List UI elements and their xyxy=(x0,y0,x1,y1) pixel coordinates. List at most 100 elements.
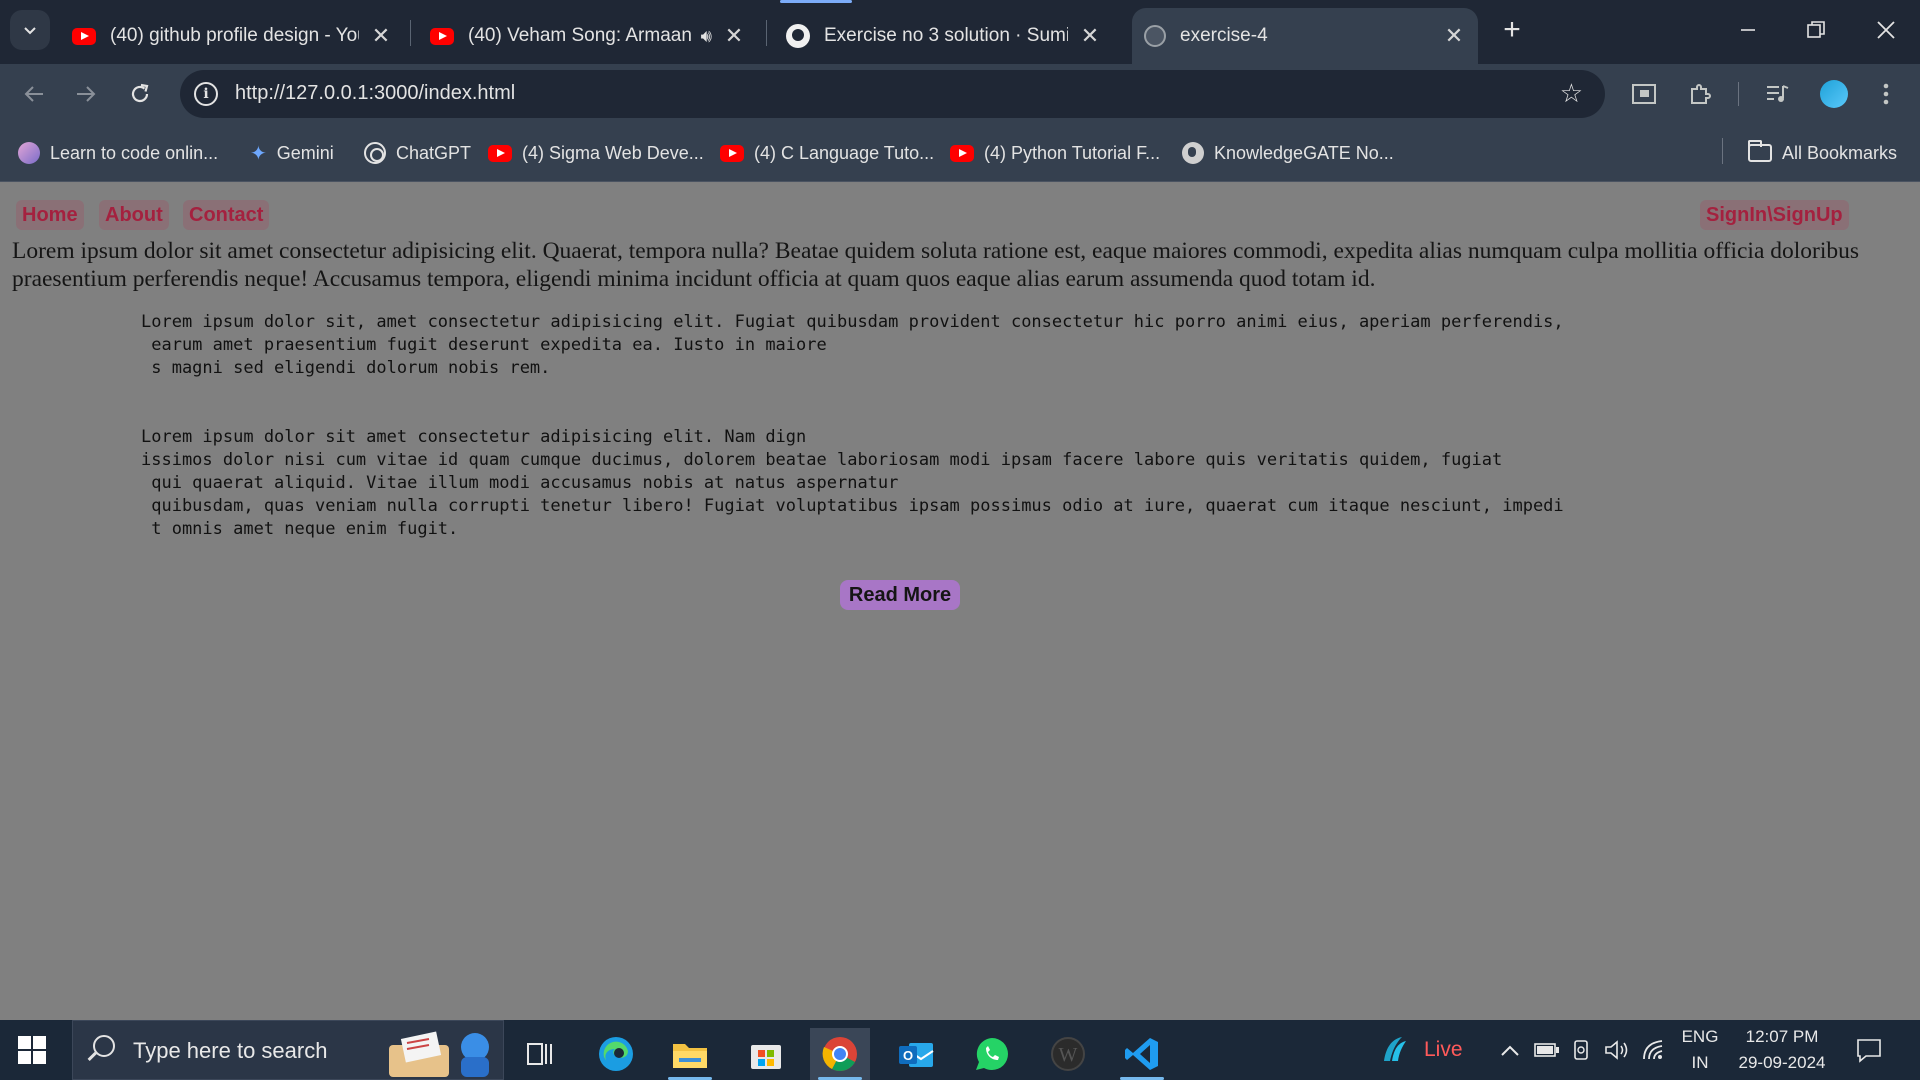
nav-contact-link[interactable]: Contact xyxy=(183,200,270,230)
volume-button[interactable] xyxy=(1604,1020,1630,1080)
bookmark-c-language[interactable]: (4) C Language Tuto... xyxy=(720,140,934,166)
windows-start-button[interactable] xyxy=(18,1036,46,1064)
nav-home-link[interactable]: Home xyxy=(16,200,84,230)
language-indicator[interactable]: ENG IN xyxy=(1680,1020,1720,1080)
close-icon[interactable]: ✕ xyxy=(1078,23,1102,49)
kebab-menu-icon[interactable] xyxy=(1870,78,1902,110)
pre-text-block-2: Lorem ipsum dolor sit amet consectetur a… xyxy=(141,427,1564,539)
youtube-icon xyxy=(720,144,744,162)
task-view-button[interactable] xyxy=(510,1028,570,1080)
taskbar-search-box[interactable]: Type here to search xyxy=(72,1020,504,1080)
volume-icon xyxy=(1605,1040,1628,1060)
bookmark-star-icon[interactable]: ☆ xyxy=(1560,78,1583,109)
minimize-button[interactable] xyxy=(1714,0,1782,60)
knowledgegate-icon xyxy=(1182,142,1204,164)
tab-separator xyxy=(410,20,411,46)
gemini-icon: ✦ xyxy=(250,142,267,165)
all-bookmarks-button[interactable]: All Bookmarks xyxy=(1748,140,1897,166)
live-widget[interactable]: Live xyxy=(1378,1020,1463,1080)
close-icon[interactable]: ✕ xyxy=(1442,23,1466,49)
edge-icon xyxy=(599,1037,633,1071)
tab-veham-song[interactable]: (40) Veham Song: Armaan M 🔊︎ ✕ xyxy=(418,8,758,64)
bookmark-knowledgegate[interactable]: KnowledgeGATE No... xyxy=(1182,140,1394,166)
task-view-icon xyxy=(527,1043,552,1065)
chrome-app-button[interactable] xyxy=(810,1028,870,1080)
bookmark-label: (4) C Language Tuto... xyxy=(754,142,935,163)
toolbar-separator xyxy=(1738,82,1739,106)
microsoft-store-app-button[interactable] xyxy=(736,1028,796,1080)
close-icon xyxy=(1877,21,1895,39)
nav-signin-link[interactable]: SignIn\SignUp xyxy=(1700,200,1849,230)
close-window-button[interactable] xyxy=(1852,0,1920,60)
show-hidden-icons-button[interactable] xyxy=(1500,1020,1520,1080)
tab-title: (40) github profile design - You xyxy=(110,25,359,46)
youtube-icon xyxy=(950,144,974,162)
tab-title: Exercise no 3 solution · Sumitve xyxy=(824,25,1068,46)
forward-button[interactable] xyxy=(66,74,106,114)
read-more-button[interactable]: Read More xyxy=(840,580,960,610)
battery-status[interactable] xyxy=(1534,1020,1560,1080)
tab-exercise-3-solution[interactable]: Exercise no 3 solution · Sumitve ✕ xyxy=(774,8,1114,64)
notification-center-button[interactable] xyxy=(1856,1020,1882,1080)
device-icon xyxy=(1574,1040,1588,1060)
bookmark-label: KnowledgeGATE No... xyxy=(1214,142,1394,163)
bookmark-python-tutorial[interactable]: (4) Python Tutorial F... xyxy=(950,140,1160,166)
bookmark-chatgpt[interactable]: ChatGPT xyxy=(364,140,471,166)
bookmark-sigma-web-dev[interactable]: (4) Sigma Web Deve... xyxy=(488,140,704,166)
folder-icon xyxy=(1748,140,1772,162)
vscode-app-button[interactable] xyxy=(1112,1028,1172,1080)
speaker-icon[interactable]: 🔊︎ xyxy=(701,26,712,47)
bookmark-gemini[interactable]: ✦ Gemini xyxy=(250,140,334,166)
restore-button[interactable] xyxy=(1782,0,1850,60)
wordpress-icon: W xyxy=(1051,1037,1085,1071)
meet-now-button[interactable] xyxy=(1572,1020,1592,1080)
tab-search-button[interactable] xyxy=(10,10,50,50)
close-icon[interactable]: ✕ xyxy=(722,23,746,49)
nav-about-link[interactable]: About xyxy=(99,200,169,230)
bookmark-label: ChatGPT xyxy=(396,142,472,163)
chevron-down-icon xyxy=(24,27,36,35)
avatar-icon xyxy=(18,142,40,164)
bookmark-learn-to-code[interactable]: Learn to code onlin... xyxy=(18,140,218,166)
browser-toolbar: i http://127.0.0.1:3000/index.html ☆ xyxy=(0,64,1920,124)
restore-icon xyxy=(1807,21,1825,38)
battery-icon xyxy=(1534,1043,1559,1057)
reload-button[interactable] xyxy=(120,74,160,114)
tab-exercise-4[interactable]: exercise-4 ✕ xyxy=(1132,8,1478,64)
youtube-icon xyxy=(488,144,512,162)
chevron-up-icon xyxy=(1501,1045,1519,1056)
picture-in-picture-icon[interactable] xyxy=(1628,78,1660,110)
vscode-icon xyxy=(1125,1038,1158,1070)
chrome-icon xyxy=(822,1037,857,1071)
search-highlight-illustration-icon xyxy=(389,1031,489,1077)
cricket-live-icon xyxy=(1384,1037,1406,1061)
extensions-icon[interactable] xyxy=(1684,78,1716,110)
back-button[interactable] xyxy=(14,74,54,114)
new-tab-button[interactable]: + xyxy=(1494,12,1530,48)
tab-title: exercise-4 xyxy=(1180,25,1268,46)
reload-icon xyxy=(131,83,149,103)
outlook-icon: O xyxy=(899,1043,934,1067)
outlook-app-button[interactable]: O xyxy=(886,1028,946,1080)
url-text[interactable]: http://127.0.0.1:3000/index.html xyxy=(235,82,515,105)
svg-text:W: W xyxy=(1059,1044,1078,1066)
github-icon xyxy=(786,24,810,48)
edge-app-button[interactable] xyxy=(586,1028,646,1080)
arrow-left-icon xyxy=(24,86,43,102)
clock[interactable]: 12:07 PM 29-09-2024 xyxy=(1734,1020,1830,1080)
wordpress-app-button[interactable]: W xyxy=(1038,1028,1098,1080)
web-page: Home About Contact SignIn\SignUp Lorem i… xyxy=(0,183,1920,1020)
tab-github-profile-design[interactable]: (40) github profile design - You ✕ xyxy=(60,8,405,64)
address-bar[interactable]: i http://127.0.0.1:3000/index.html ☆ xyxy=(180,70,1605,118)
network-button[interactable] xyxy=(1642,1020,1666,1080)
whatsapp-app-button[interactable] xyxy=(962,1028,1022,1080)
youtube-icon xyxy=(72,27,96,45)
close-icon[interactable]: ✕ xyxy=(369,23,393,49)
profile-avatar[interactable] xyxy=(1820,80,1848,108)
tab-title: (40) Veham Song: Armaan M xyxy=(468,25,695,46)
all-bookmarks-label: All Bookmarks xyxy=(1782,142,1898,163)
windows-logo-icon xyxy=(33,1036,46,1049)
media-control-icon[interactable] xyxy=(1762,78,1794,110)
site-info-icon[interactable]: i xyxy=(194,82,218,106)
file-explorer-app-button[interactable] xyxy=(660,1028,720,1080)
